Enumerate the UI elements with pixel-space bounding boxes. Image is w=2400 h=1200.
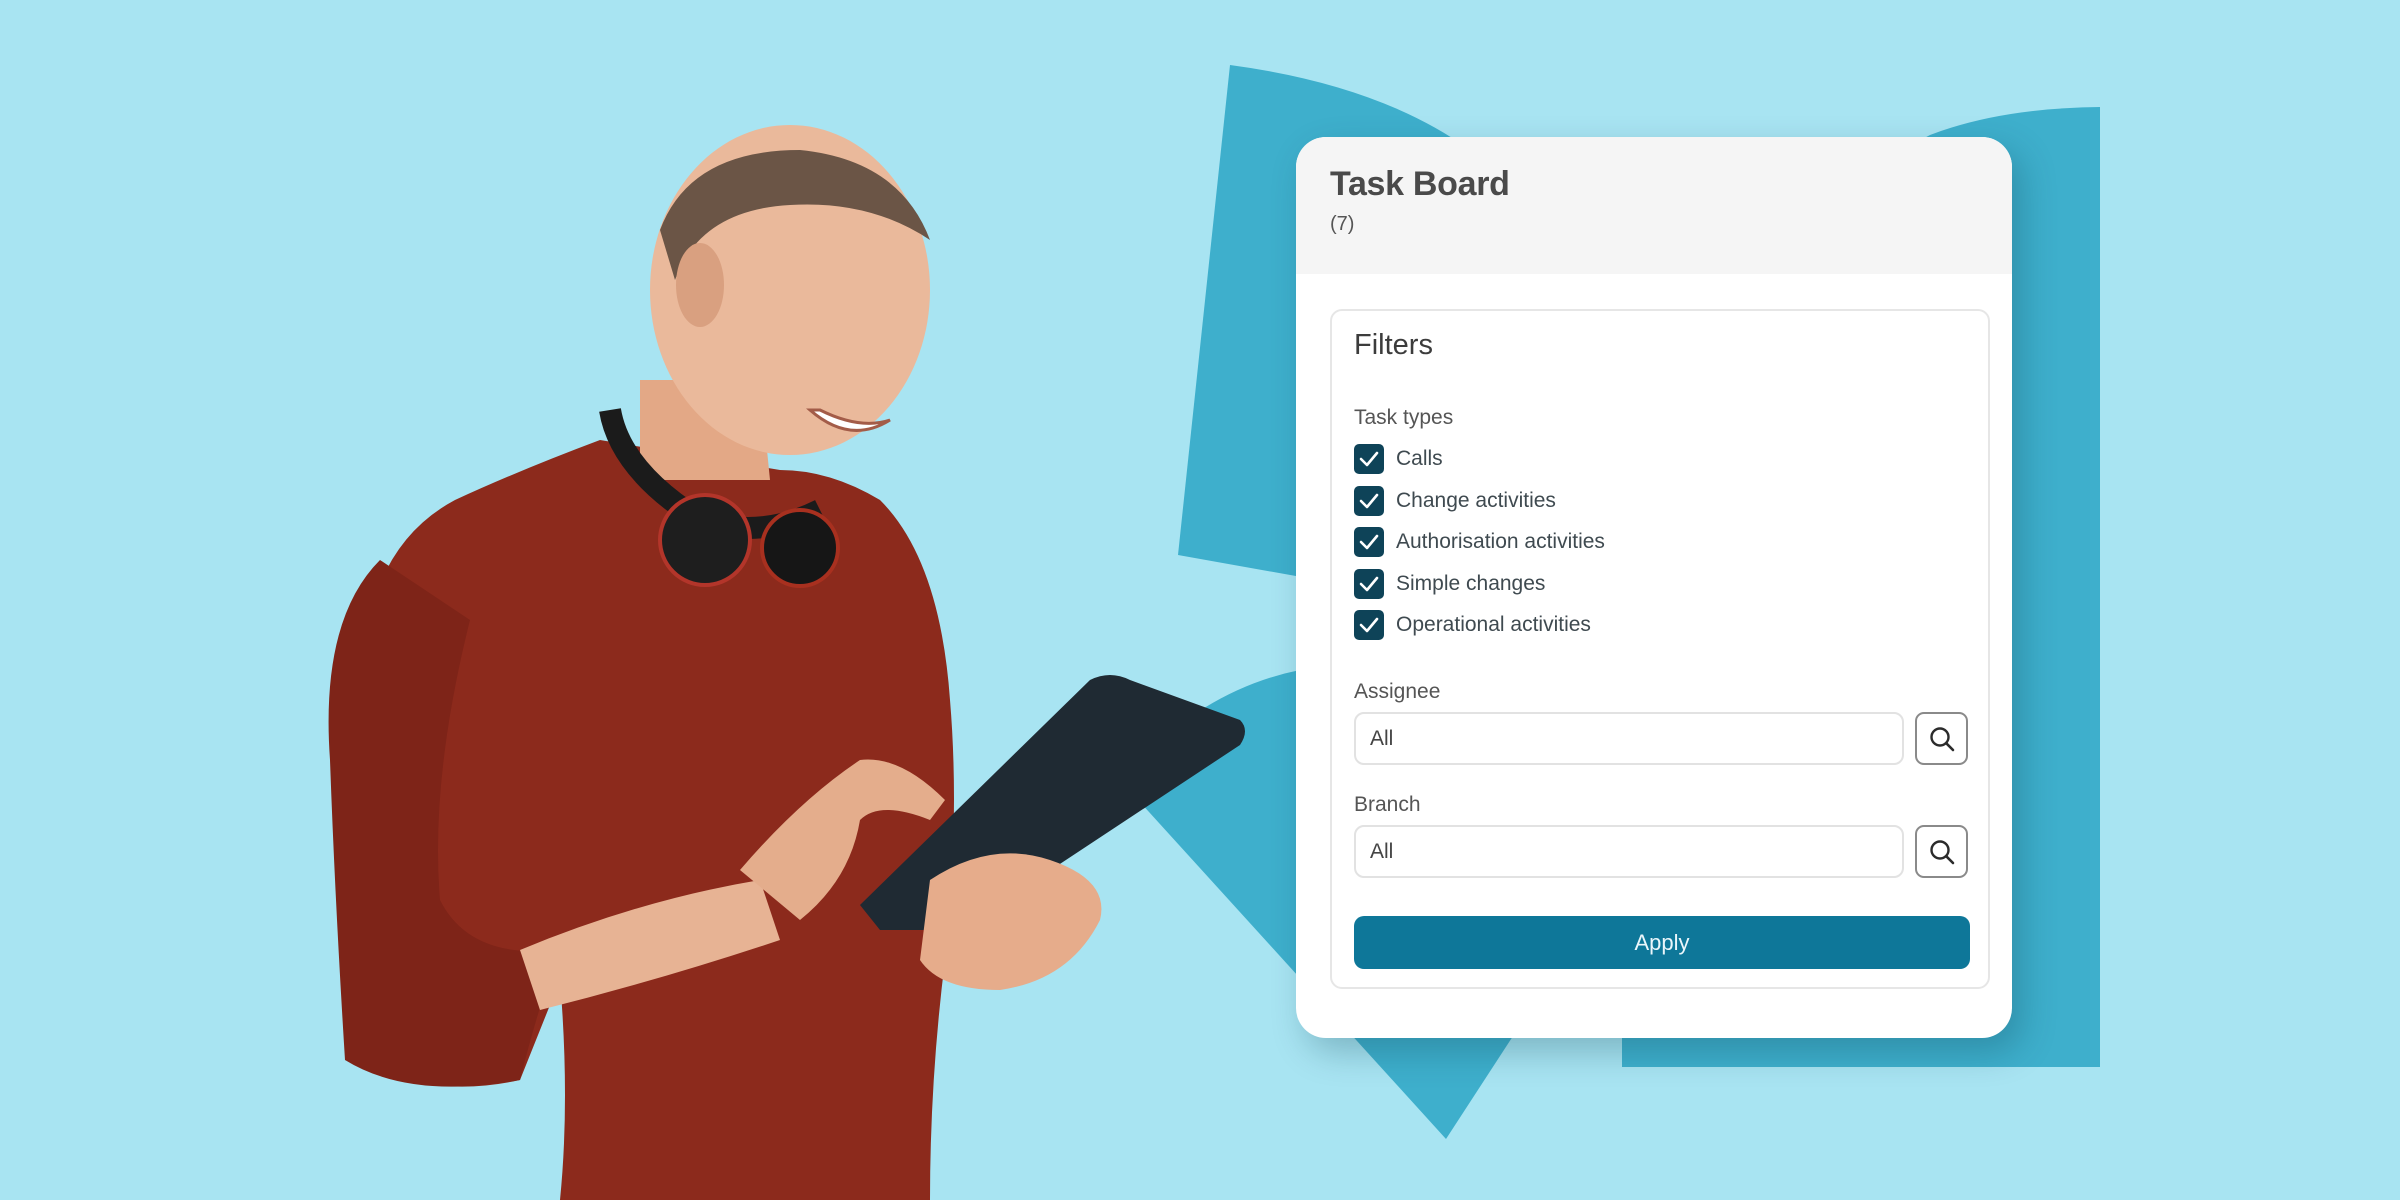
checkbox-checked-icon[interactable] — [1354, 527, 1384, 557]
checkbox-label: Change activities — [1396, 488, 1556, 512]
branch-label: Branch — [1354, 793, 1421, 816]
headphone-left-cup — [658, 493, 752, 587]
checkbox-checked-icon[interactable] — [1354, 610, 1384, 640]
ear — [676, 243, 724, 327]
checkbox-simple-changes[interactable]: Simple changes — [1354, 568, 1605, 599]
task-board-card: Task Board (7) Filters Task types Calls … — [1296, 137, 2012, 1038]
checkbox-checked-icon[interactable] — [1354, 485, 1384, 516]
checkbox-authorisation-activities[interactable]: Authorisation activities — [1354, 527, 1605, 557]
assignee-label: Assignee — [1354, 680, 1441, 703]
person-photo — [328, 125, 1245, 1200]
assignee-row — [1354, 712, 1970, 765]
card-header: Task Board (7) — [1296, 137, 2012, 274]
task-types-label: Task types — [1354, 406, 1454, 429]
checkbox-label: Calls — [1396, 447, 1443, 470]
search-icon — [1929, 726, 1954, 751]
headphone-right-cup — [760, 508, 840, 588]
holding-hand — [920, 853, 1102, 990]
checkbox-label: Simple changes — [1396, 571, 1546, 595]
task-types-list: Calls Change activities Authorisation ac… — [1354, 444, 1605, 652]
branch-search-button[interactable] — [1915, 825, 1968, 878]
assignee-input[interactable] — [1354, 712, 1904, 765]
branch-row — [1354, 825, 1970, 878]
checkbox-label: Authorisation activities — [1396, 530, 1605, 553]
assignee-search-button[interactable] — [1915, 712, 1968, 765]
apply-button[interactable]: Apply — [1354, 916, 1970, 969]
checkbox-label: Operational activities — [1396, 613, 1591, 636]
checkbox-checked-icon[interactable] — [1354, 568, 1384, 599]
checkbox-checked-icon[interactable] — [1354, 444, 1384, 474]
search-icon — [1929, 839, 1954, 864]
checkbox-change-activities[interactable]: Change activities — [1354, 485, 1605, 516]
checkbox-operational-activities[interactable]: Operational activities — [1354, 610, 1605, 640]
page-title: Task Board — [1330, 165, 1510, 203]
branch-input[interactable] — [1354, 825, 1904, 878]
filters-heading: Filters — [1354, 329, 1433, 361]
task-count: (7) — [1330, 213, 1355, 235]
checkbox-calls[interactable]: Calls — [1354, 444, 1605, 474]
filters-panel: Filters Task types Calls Change activiti… — [1330, 309, 1990, 989]
